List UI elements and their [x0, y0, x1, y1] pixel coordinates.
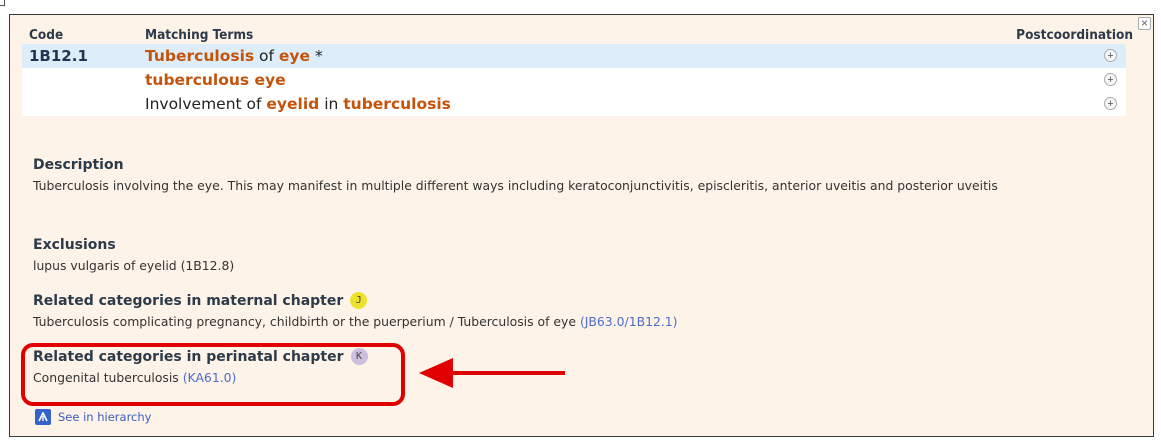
description-title: Description: [33, 157, 124, 173]
exclusions-title: Exclusions: [33, 237, 116, 253]
matching-terms-column-header: Matching Terms: [145, 27, 254, 43]
see-in-hierarchy-link[interactable]: See in hierarchy: [35, 409, 151, 425]
table-row[interactable]: 1B12.1 Tuberculosis of eye * +: [22, 44, 1126, 68]
highlighted-term-part: tuberculosis: [343, 95, 451, 113]
table-row[interactable]: Involvement of eyelid in tuberculosis +: [22, 92, 1126, 116]
row-code: 1B12.1: [29, 47, 88, 65]
maternal-chapter-title: Related categories in maternal chapter: [33, 292, 344, 309]
term-part: *: [310, 47, 323, 65]
exclusions-text: lupus vulgaris of eyelid (1B12.8): [33, 258, 235, 273]
see-in-hierarchy-label: See in hierarchy: [58, 410, 152, 424]
description-text: Tuberculosis involving the eye. This may…: [33, 178, 998, 193]
chapter-j-badge: J: [350, 292, 368, 309]
top-left-corner-line: [0, 0, 5, 6]
hierarchy-icon: [35, 409, 51, 425]
highlighted-term-part: tuberculous eye: [145, 71, 286, 89]
close-icon[interactable]: ×: [1138, 17, 1151, 30]
highlighted-term-part: Tuberculosis: [145, 47, 255, 65]
table-row[interactable]: tuberculous eye +: [22, 68, 1126, 92]
code-column-header: Code: [29, 27, 64, 43]
red-annotation-arrow-icon: [419, 358, 565, 388]
maternal-code-link[interactable]: (JB63.0/1B12.1): [580, 314, 678, 329]
postcoordination-plus-icon[interactable]: +: [1104, 73, 1117, 86]
table-header: Code Matching Terms Postcoordination: [22, 24, 1133, 44]
postcoordination-plus-icon[interactable]: +: [1104, 49, 1117, 62]
exclusions-section: Exclusions lupus vulgaris of eyelid (1B1…: [33, 237, 1118, 275]
highlighted-term-part: eye: [278, 47, 311, 65]
matching-terms-table: Code Matching Terms Postcoordination 1B1…: [22, 24, 1133, 116]
term-part: Involvement of: [145, 95, 267, 113]
highlighted-term-part: eyelid: [266, 95, 320, 113]
matching-term[interactable]: Involvement of eyelid in tuberculosis: [145, 95, 451, 113]
red-annotation-box: [21, 343, 405, 406]
matching-term[interactable]: Tuberculosis of eye *: [145, 47, 323, 65]
term-part: in: [319, 95, 344, 113]
postcoordination-plus-icon[interactable]: +: [1104, 97, 1117, 110]
term-part: of: [254, 47, 279, 65]
postcoordination-column-header: Postcoordination: [1016, 27, 1133, 43]
maternal-category-text: Tuberculosis complicating pregnancy, chi…: [33, 314, 576, 329]
matching-term[interactable]: tuberculous eye: [145, 71, 286, 89]
description-section: Description Tuberculosis involving the e…: [33, 157, 1118, 195]
maternal-chapter-section: Related categories in maternal chapter J…: [33, 292, 1118, 331]
